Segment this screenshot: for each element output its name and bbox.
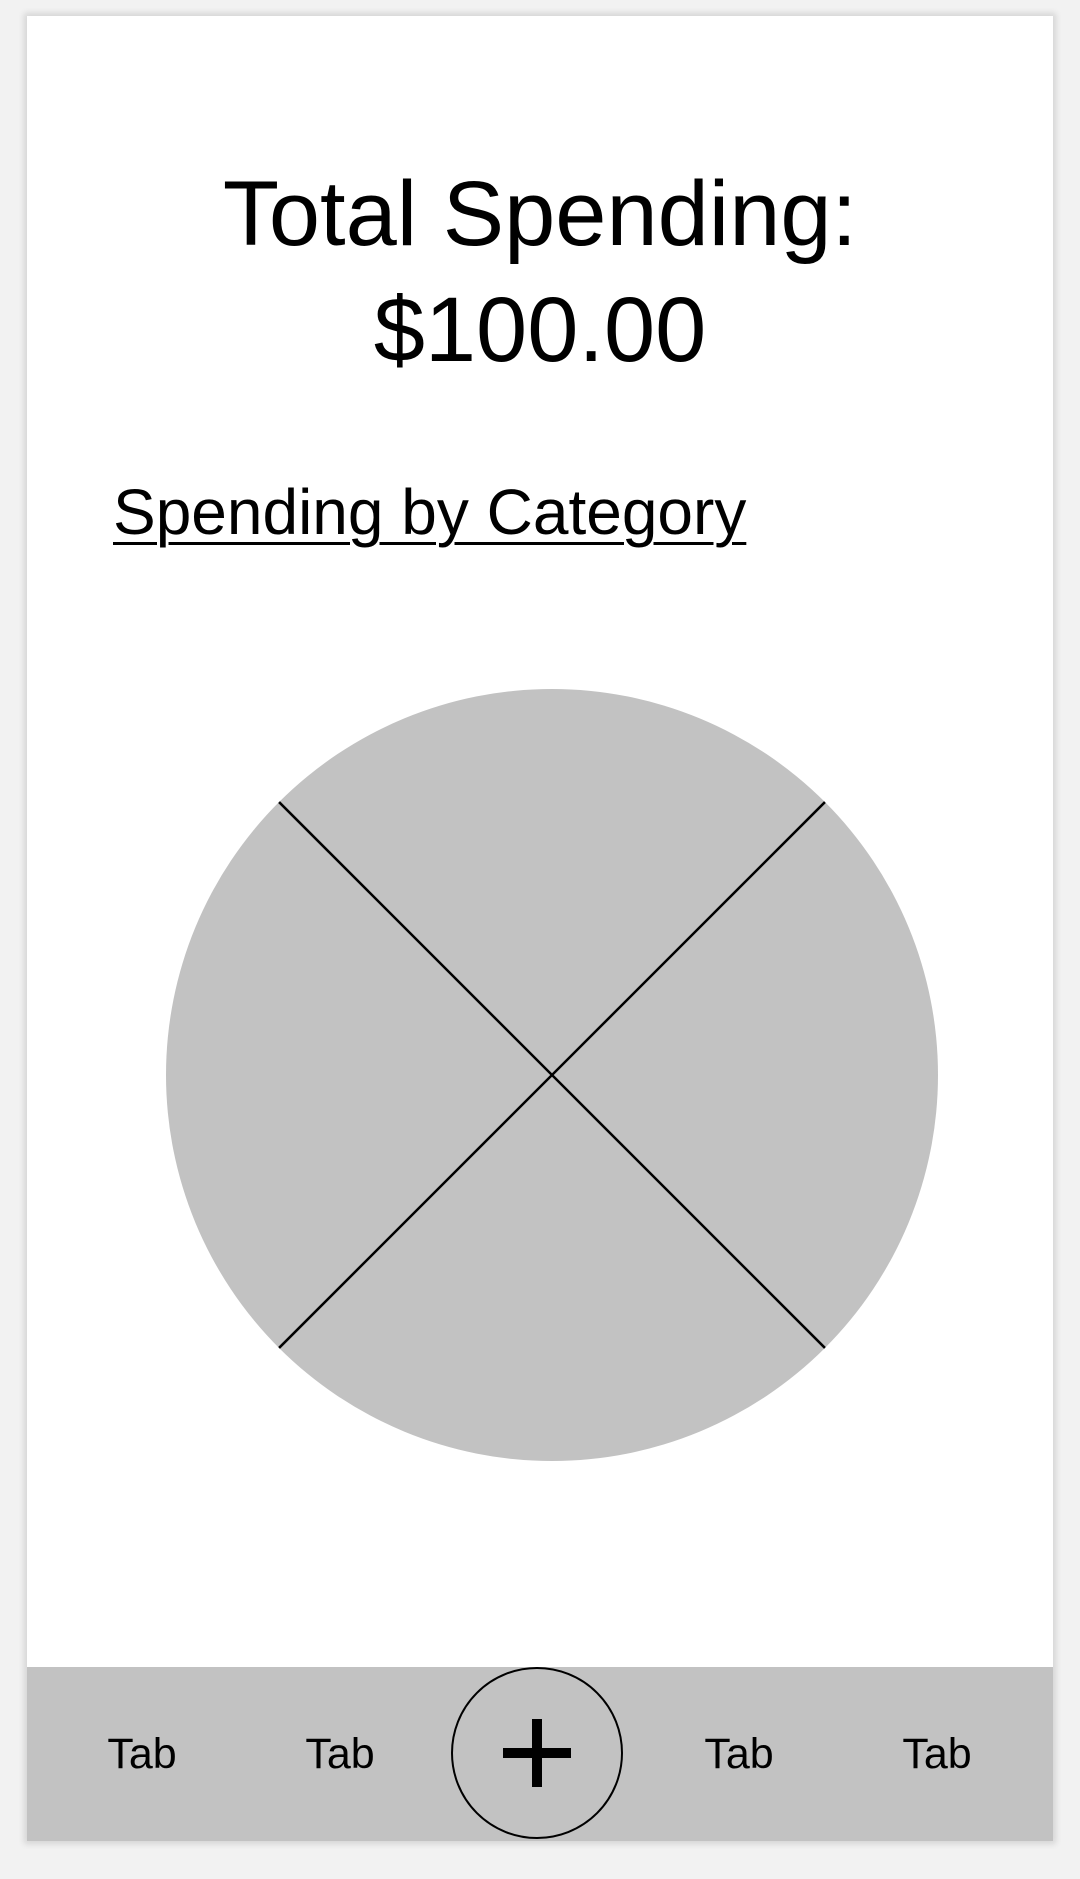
tab-2[interactable]: Tab [260, 1667, 420, 1841]
spending-by-category-heading[interactable]: Spending by Category [113, 474, 746, 550]
plus-icon [503, 1719, 571, 1787]
add-button[interactable] [451, 1667, 623, 1839]
bottom-tab-bar: Tab Tab Tab Tab [27, 1667, 1053, 1841]
total-spending-label: Total Spending: [222, 163, 858, 265]
tab-4[interactable]: Tab [857, 1667, 1017, 1841]
app-screen: Total Spending: $100.00 Spending by Cate… [27, 16, 1053, 1841]
total-spending: Total Spending: $100.00 [27, 156, 1053, 388]
total-spending-value: $100.00 [373, 279, 707, 381]
tab-3[interactable]: Tab [659, 1667, 819, 1841]
category-pie-chart [166, 689, 939, 1461]
tab-1[interactable]: Tab [62, 1667, 222, 1841]
